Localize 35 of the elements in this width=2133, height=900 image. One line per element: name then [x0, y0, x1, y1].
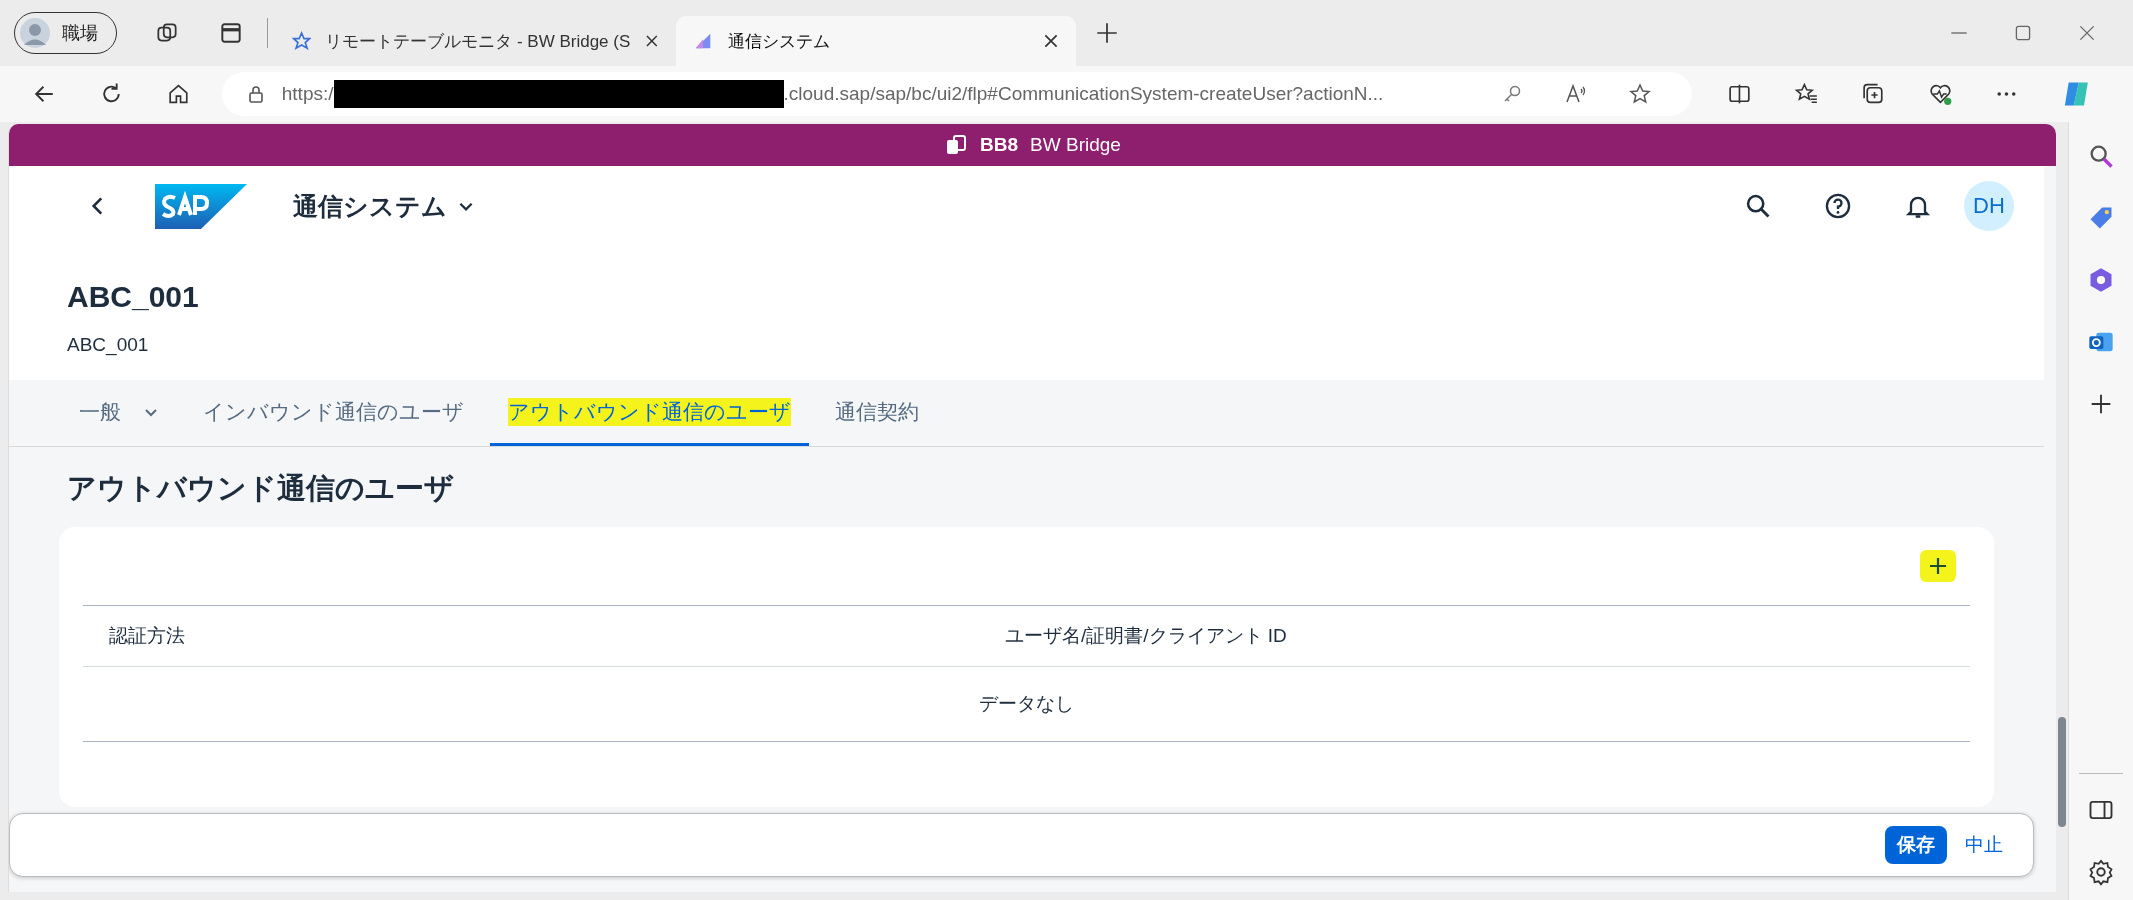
tab-actions-icon[interactable] [218, 20, 244, 46]
object-title: ABC_001 [67, 280, 200, 314]
sap-logo[interactable] [155, 183, 247, 229]
system-name: BW Bridge [1030, 134, 1121, 156]
column-header: ユーザ名/証明書/クライアント ID [1005, 624, 1287, 648]
person-avatar-icon [20, 18, 50, 48]
user-avatar[interactable]: DH [1964, 181, 2014, 231]
star-icon[interactable] [1627, 82, 1652, 106]
url-text: .cloud.sap/sap/bc/ui2/flp#CommunicationSystem-createUser?actionN... [783, 83, 1384, 105]
browser-tab[interactable]: リモートテーブルモニタ - BW Bridge (S [276, 16, 676, 66]
close-icon[interactable] [1042, 32, 1060, 50]
search-icon[interactable] [1744, 192, 1772, 220]
settings-icon[interactable] [2087, 858, 2115, 886]
plus-icon [1928, 556, 1948, 576]
section-tab[interactable]: 一般 [61, 380, 177, 446]
copy-systems-icon [944, 133, 969, 157]
section-title: アウトバウンド通信のユーザ [67, 471, 455, 506]
scrollbar-thumb[interactable] [2058, 717, 2066, 827]
add-button[interactable] [1920, 550, 1956, 582]
help-icon[interactable] [1824, 192, 1852, 220]
no-data-text: データなし [979, 692, 1074, 716]
column-header: 認証方法 [109, 624, 186, 648]
star-logo-icon [292, 30, 312, 52]
object-subtitle: ABC_001 [67, 334, 150, 356]
app-title-menu[interactable]: 通信システム [293, 189, 475, 223]
footer-button[interactable]: 保存 [1885, 826, 1947, 864]
browser-tab[interactable]: 通信システム [676, 16, 1076, 66]
url-text: https:/ [281, 83, 334, 105]
new-tab-icon[interactable] [1094, 20, 1120, 46]
section-tab[interactable]: インバウンド通信のユーザ [185, 380, 482, 446]
system-id: BB8 [980, 134, 1019, 156]
address-bar[interactable]: https:/ .cloud.sap/sap/bc/ui2/flp#CommunicationSystem-createUser?actionN... [221, 72, 1692, 116]
footer-button[interactable]: 中止 [1953, 826, 2015, 864]
section-tab[interactable]: 通信契約 [817, 380, 937, 446]
section-tab[interactable]: アウトバウンド通信のユーザ [490, 380, 809, 446]
